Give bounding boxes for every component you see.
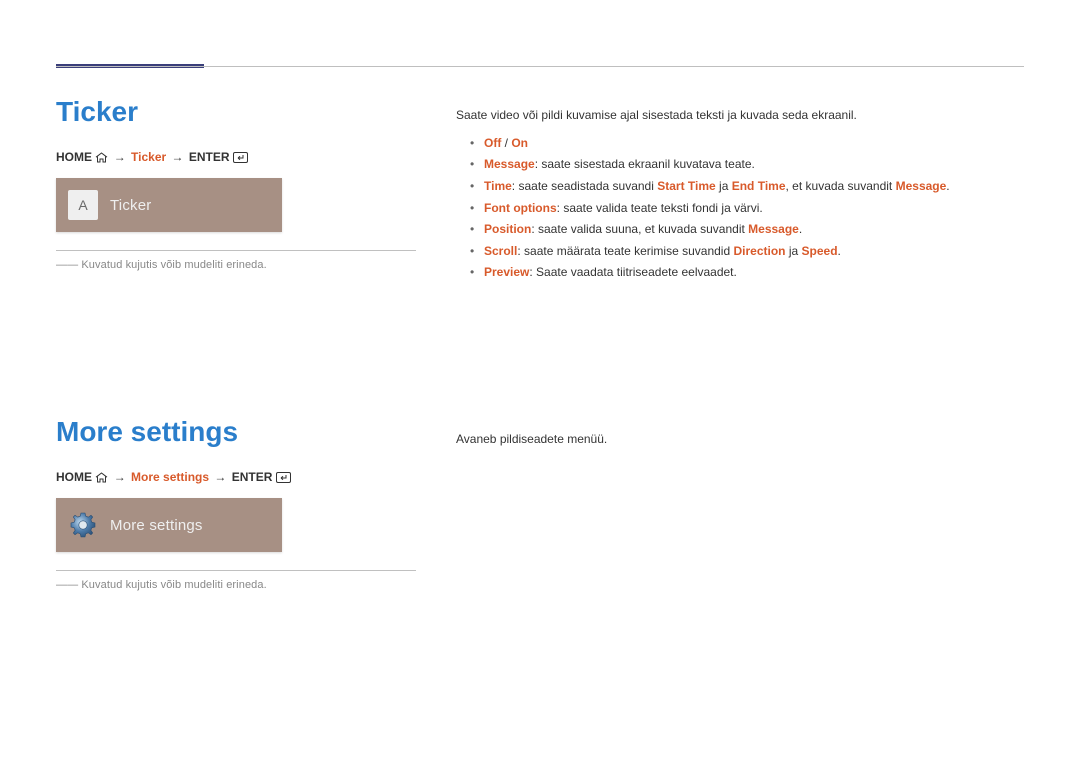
term: Start Time xyxy=(657,179,715,193)
section-ticker-left: Ticker HOME → Ticker → ENTER A Ticker ――… xyxy=(56,96,416,271)
text: : saate valida suuna, et kuvada suvandit xyxy=(531,222,748,236)
text: : saate sisestada ekraanil kuvatava teat… xyxy=(535,157,755,171)
divider xyxy=(56,570,416,571)
term: Time xyxy=(484,179,512,193)
term: Font options xyxy=(484,201,557,215)
term: End Time xyxy=(732,179,786,193)
term: Position xyxy=(484,222,531,236)
arrow-icon: → xyxy=(114,150,126,164)
tile-label: Ticker xyxy=(110,197,151,214)
tile-letter-icon: A xyxy=(68,190,98,220)
section-more-settings-right: Avaneb pildiseadete menüü. xyxy=(456,428,1024,451)
footnote: ―― Kuvatud kujutis võib mudeliti erineda… xyxy=(56,579,416,591)
more-settings-tile: More settings xyxy=(56,498,282,552)
term: Off xyxy=(484,136,501,150)
list-item: Position: saate valida suuna, et kuvada … xyxy=(456,219,1024,241)
tile-label: More settings xyxy=(110,517,203,534)
term: Scroll xyxy=(484,244,517,258)
term: Message xyxy=(896,179,947,193)
top-rule xyxy=(56,66,1024,67)
enter-icon xyxy=(233,152,248,163)
list-item: Preview: Saate vaadata tiitriseadete eel… xyxy=(456,262,1024,284)
path-enter: ENTER xyxy=(232,470,273,484)
term: On xyxy=(511,136,528,150)
text: : saate valida teate teksti fondi ja vär… xyxy=(557,201,763,215)
text: : saate seadistada suvandi xyxy=(512,179,657,193)
list-item: Off / On xyxy=(456,133,1024,155)
term: Direction xyxy=(733,244,785,258)
section-title: Ticker xyxy=(56,96,416,128)
term: Message xyxy=(748,222,799,236)
arrow-icon: → xyxy=(214,470,226,484)
section-more-settings-left: More settings HOME → More settings → ENT… xyxy=(56,416,416,591)
text: / xyxy=(501,136,511,150)
bullet-list: Off / On Message: saate sisestada ekraan… xyxy=(456,133,1024,284)
home-icon xyxy=(95,152,108,163)
path-enter: ENTER xyxy=(189,150,230,164)
text: . xyxy=(946,179,949,193)
path-step: More settings xyxy=(131,470,209,484)
intro-text: Avaneb pildiseadete menüü. xyxy=(456,428,1024,451)
breadcrumb: HOME → Ticker → ENTER xyxy=(56,150,416,164)
path-home: HOME xyxy=(56,470,92,484)
arrow-icon: → xyxy=(172,150,184,164)
text: . xyxy=(838,244,841,258)
text: ja xyxy=(786,244,802,258)
term: Speed xyxy=(802,244,838,258)
ticker-tile: A Ticker xyxy=(56,178,282,232)
intro-text: Saate video või pildi kuvamise ajal sise… xyxy=(456,104,1024,127)
home-icon xyxy=(95,472,108,483)
divider xyxy=(56,250,416,251)
footnote: ―― Kuvatud kujutis võib mudeliti erineda… xyxy=(56,259,416,271)
text: . xyxy=(799,222,802,236)
list-item: Scroll: saate määrata teate kerimise suv… xyxy=(456,241,1024,263)
list-item: Message: saate sisestada ekraanil kuvata… xyxy=(456,154,1024,176)
path-step: Ticker xyxy=(131,150,166,164)
list-item: Font options: saate valida teate teksti … xyxy=(456,198,1024,220)
text: , et kuvada suvandit xyxy=(786,179,896,193)
text: : saate määrata teate kerimise suvandid xyxy=(517,244,733,258)
gear-icon xyxy=(68,510,98,540)
breadcrumb: HOME → More settings → ENTER xyxy=(56,470,416,484)
text: ja xyxy=(716,179,732,193)
section-title: More settings xyxy=(56,416,416,448)
term: Preview xyxy=(484,265,529,279)
list-item: Time: saate seadistada suvandi Start Tim… xyxy=(456,176,1024,198)
path-home: HOME xyxy=(56,150,92,164)
text: : Saate vaadata tiitriseadete eelvaadet. xyxy=(529,265,736,279)
term: Message xyxy=(484,157,535,171)
enter-icon xyxy=(276,472,291,483)
arrow-icon: → xyxy=(114,470,126,484)
section-ticker-right: Saate video või pildi kuvamise ajal sise… xyxy=(456,104,1024,284)
